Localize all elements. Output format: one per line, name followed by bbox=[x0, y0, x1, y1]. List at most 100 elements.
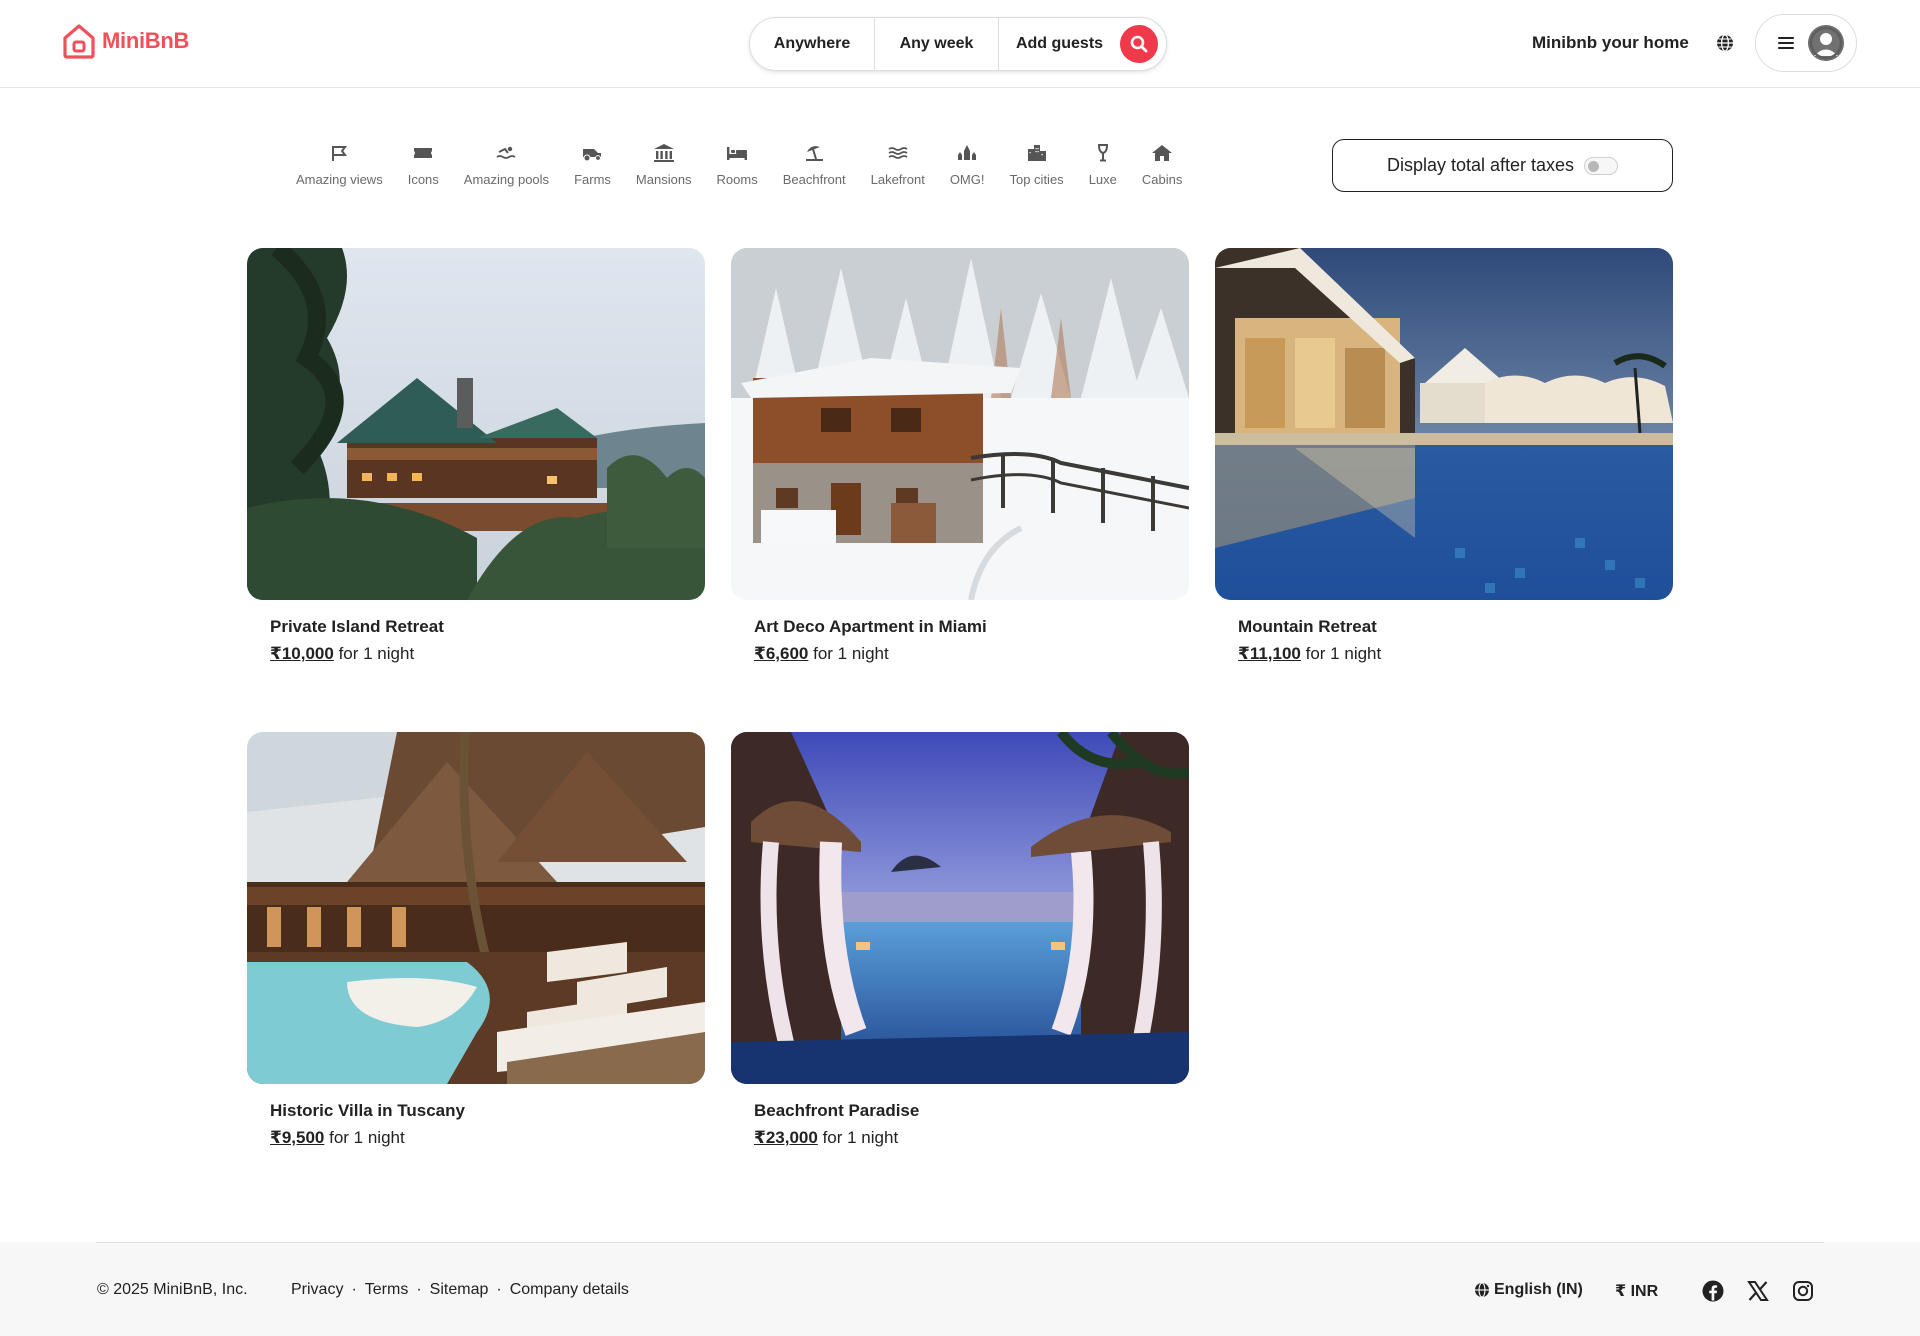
search-guests-button[interactable]: Add guests bbox=[999, 18, 1120, 70]
category-bar: Amazing views Icons Amazing pools Farms … bbox=[296, 141, 1207, 187]
category-label: Lakefront bbox=[870, 172, 925, 187]
price-amount[interactable]: ₹23,000 bbox=[754, 1128, 818, 1147]
copyright-text: © 2025 MiniBnB, Inc. bbox=[97, 1281, 248, 1298]
price-suffix: for 1 night bbox=[338, 644, 415, 663]
price-amount[interactable]: ₹10,000 bbox=[270, 644, 334, 663]
price-suffix: for 1 night bbox=[813, 644, 889, 663]
water-icon bbox=[887, 141, 909, 165]
category-rooms[interactable]: Rooms bbox=[717, 141, 758, 187]
facebook-icon[interactable] bbox=[1702, 1280, 1724, 1302]
wine-glass-icon bbox=[1095, 141, 1111, 165]
category-label: Icons bbox=[407, 172, 439, 187]
listing-photo[interactable] bbox=[731, 732, 1189, 1084]
search-submit-button[interactable] bbox=[1120, 25, 1158, 63]
category-label: Beachfront bbox=[782, 172, 846, 187]
listing-card[interactable]: Art Deco Apartment in Miami ₹6,600 for 1… bbox=[731, 248, 1189, 663]
category-amazing-views[interactable]: Amazing views bbox=[296, 141, 383, 187]
language-selector[interactable]: English (IN) bbox=[1474, 1281, 1583, 1299]
listing-title: Private Island Retreat bbox=[270, 617, 444, 636]
globe-icon[interactable] bbox=[1714, 32, 1736, 54]
category-lakefront[interactable]: Lakefront bbox=[871, 141, 925, 187]
price-suffix: for 1 night bbox=[329, 1128, 405, 1147]
price-suffix: for 1 night bbox=[1305, 644, 1382, 663]
x-icon[interactable] bbox=[1747, 1280, 1769, 1302]
footer-link-terms[interactable]: Terms bbox=[365, 1281, 409, 1299]
switch-knob bbox=[1588, 160, 1600, 172]
bed-icon bbox=[725, 141, 749, 165]
site-footer: © 2025 MiniBnB, Inc. Privacy · Terms · S… bbox=[0, 1242, 1920, 1336]
bank-icon bbox=[653, 141, 675, 165]
price-amount[interactable]: ₹6,600 bbox=[754, 644, 808, 663]
category-label: Cabins bbox=[1141, 172, 1183, 187]
category-icons[interactable]: Icons bbox=[408, 141, 439, 187]
listing-price: ₹11,100 for 1 night bbox=[1238, 644, 1381, 664]
listing-title: Beachfront Paradise bbox=[754, 1101, 920, 1120]
hamburger-icon bbox=[1778, 37, 1794, 49]
listing-card[interactable]: Mountain Retreat ₹11,100 for 1 night bbox=[1215, 248, 1673, 663]
tax-switch[interactable] bbox=[1584, 156, 1619, 175]
footer-link-company-details[interactable]: Company details bbox=[510, 1281, 629, 1299]
price-amount[interactable]: ₹11,100 bbox=[1238, 644, 1301, 663]
footer-divider bbox=[96, 1242, 1824, 1243]
category-label: Top cities bbox=[1009, 172, 1064, 187]
category-mansions[interactable]: Mansions bbox=[636, 141, 692, 187]
instagram-icon[interactable] bbox=[1792, 1280, 1814, 1302]
search-when-button[interactable]: Any week bbox=[875, 18, 999, 70]
user-menu-button[interactable] bbox=[1755, 14, 1857, 72]
category-label: Amazing views bbox=[296, 172, 383, 187]
tractor-icon bbox=[580, 141, 604, 165]
footer-link-privacy[interactable]: Privacy bbox=[291, 1281, 343, 1299]
search-icon bbox=[1130, 35, 1148, 53]
category-omg[interactable]: OMG! bbox=[949, 141, 985, 187]
separator-dot: · bbox=[416, 1281, 422, 1298]
price-amount[interactable]: ₹9,500 bbox=[270, 1128, 324, 1147]
listing-price: ₹9,500 for 1 night bbox=[270, 1128, 405, 1148]
currency-selector[interactable]: ₹ INR bbox=[1615, 1281, 1658, 1301]
footer-links: Privacy · Terms · Sitemap · Company deta… bbox=[291, 1281, 629, 1299]
city-icon bbox=[1025, 141, 1049, 165]
home-icon bbox=[1151, 141, 1173, 165]
listing-card[interactable]: Historic Villa in Tuscany ₹9,500 for 1 n… bbox=[247, 732, 705, 1147]
listing-price: ₹6,600 for 1 night bbox=[754, 644, 889, 664]
category-label: Mansions bbox=[635, 172, 692, 187]
listing-card[interactable]: Private Island Retreat ₹10,000 for 1 nig… bbox=[247, 248, 705, 663]
swimmer-icon bbox=[495, 141, 517, 165]
house-logo-icon bbox=[63, 24, 95, 59]
category-label: OMG! bbox=[949, 172, 985, 187]
brand-logo[interactable]: MiniBnB bbox=[62, 23, 189, 59]
category-farms[interactable]: Farms bbox=[574, 141, 611, 187]
listing-title: Mountain Retreat bbox=[1238, 617, 1377, 636]
tax-display-toggle[interactable]: Display total after taxes bbox=[1332, 139, 1673, 192]
listing-title: Art Deco Apartment in Miami bbox=[754, 617, 987, 636]
listing-card[interactable]: Beachfront Paradise ₹23,000 for 1 night bbox=[731, 732, 1189, 1147]
listing-price: ₹10,000 for 1 night bbox=[270, 644, 414, 664]
category-luxe[interactable]: Luxe bbox=[1089, 141, 1117, 187]
category-label: Farms bbox=[574, 172, 611, 187]
globe-icon bbox=[1475, 1282, 1489, 1298]
listing-title: Historic Villa in Tuscany bbox=[270, 1101, 465, 1120]
listing-photo[interactable] bbox=[731, 248, 1189, 600]
listing-photo[interactable] bbox=[1215, 248, 1673, 600]
category-label: Luxe bbox=[1088, 172, 1117, 187]
castle-icon bbox=[956, 141, 978, 165]
search-bar[interactable]: Anywhere Any week Add guests bbox=[749, 17, 1167, 71]
category-beachfront[interactable]: Beachfront bbox=[783, 141, 846, 187]
top-header: MiniBnB Anywhere Any week Add guests Min… bbox=[0, 0, 1920, 88]
category-cabins[interactable]: Cabins bbox=[1142, 141, 1182, 187]
category-amazing-pools[interactable]: Amazing pools bbox=[464, 141, 549, 187]
footer-link-sitemap[interactable]: Sitemap bbox=[430, 1281, 489, 1299]
brand-name: MiniBnB bbox=[102, 28, 190, 53]
language-label: English (IN) bbox=[1494, 1281, 1583, 1298]
listing-photo[interactable] bbox=[247, 732, 705, 1084]
umbrella-beach-icon bbox=[803, 141, 825, 165]
user-avatar-icon bbox=[1808, 25, 1844, 61]
host-your-home-link[interactable]: Minibnb your home bbox=[1532, 33, 1689, 53]
separator-dot: · bbox=[496, 1281, 502, 1298]
category-label: Rooms bbox=[716, 172, 758, 187]
category-label: Amazing pools bbox=[463, 172, 550, 187]
listing-photo[interactable] bbox=[247, 248, 705, 600]
flag-icon bbox=[329, 141, 349, 165]
category-top-cities[interactable]: Top cities bbox=[1009, 141, 1064, 187]
search-where-button[interactable]: Anywhere bbox=[750, 18, 875, 70]
separator-dot: · bbox=[351, 1281, 357, 1298]
